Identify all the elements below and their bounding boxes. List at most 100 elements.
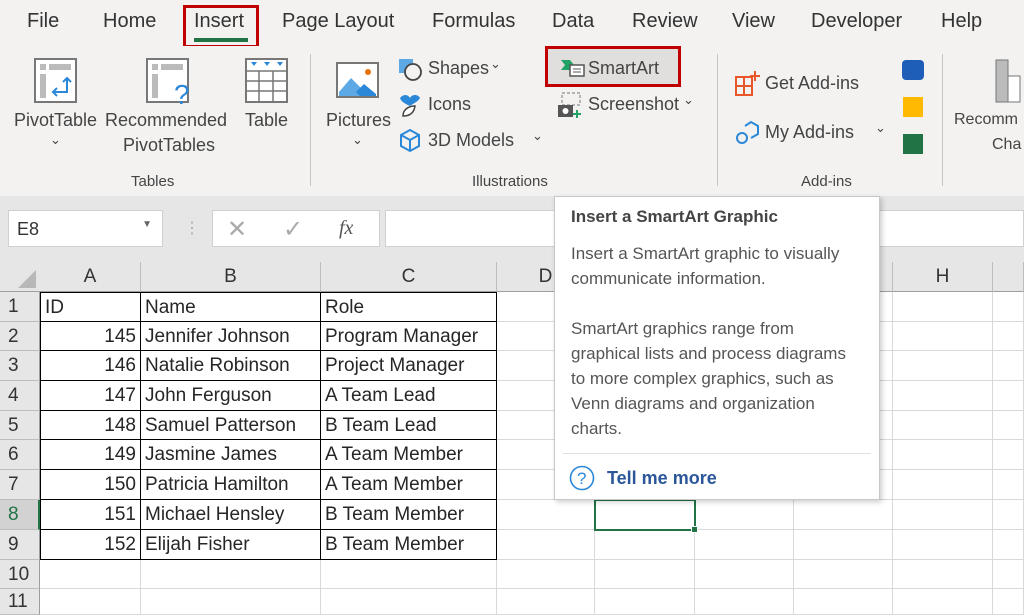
cell-A10[interactable]	[40, 560, 141, 589]
cell-D8[interactable]	[497, 500, 595, 530]
cell-C2[interactable]: Program Manager	[321, 322, 497, 351]
cell-H8[interactable]	[893, 500, 993, 530]
row-header-4[interactable]: 4	[0, 381, 40, 411]
row-header-10[interactable]: 10	[0, 560, 40, 589]
cell-B9[interactable]: Elijah Fisher	[141, 530, 321, 560]
cell-H5[interactable]	[893, 411, 993, 440]
cell-B1[interactable]: Name	[141, 292, 321, 322]
cell-extra[interactable]	[993, 322, 1024, 351]
cell-extra[interactable]	[993, 530, 1024, 560]
bing-maps-icon[interactable]	[903, 97, 923, 117]
column-header-h[interactable]: H	[893, 262, 993, 292]
cell-A8[interactable]: 151	[40, 500, 141, 530]
grip-icon[interactable]: ⋮	[184, 218, 200, 238]
cell-A6[interactable]: 149	[40, 440, 141, 470]
cell-G11[interactable]	[794, 589, 893, 615]
cell-E10[interactable]	[595, 560, 695, 589]
row-header-8[interactable]: 8	[0, 500, 40, 530]
cell-extra[interactable]	[993, 292, 1024, 322]
tab-formulas[interactable]: Formulas	[432, 10, 515, 33]
cell-B5[interactable]: Samuel Patterson	[141, 411, 321, 440]
cell-B6[interactable]: Jasmine James	[141, 440, 321, 470]
cell-extra[interactable]	[993, 351, 1024, 381]
tab-page-layout[interactable]: Page Layout	[282, 10, 394, 33]
cancel-icon[interactable]: ✕	[227, 215, 247, 244]
cell-H11[interactable]	[893, 589, 993, 615]
cell-extra[interactable]	[993, 381, 1024, 411]
column-header-c[interactable]: C	[321, 262, 497, 292]
visio-icon[interactable]	[902, 60, 924, 80]
cell-B7[interactable]: Patricia Hamilton	[141, 470, 321, 500]
row-header-1[interactable]: 1	[0, 292, 40, 322]
cell-C3[interactable]: Project Manager	[321, 351, 497, 381]
cell-C9[interactable]: B Team Member	[321, 530, 497, 560]
cell-extra[interactable]	[993, 500, 1024, 530]
cell-G10[interactable]	[794, 560, 893, 589]
cell-H3[interactable]	[893, 351, 993, 381]
enter-check-icon[interactable]: ✓	[283, 215, 303, 244]
cell-B2[interactable]: Jennifer Johnson	[141, 322, 321, 351]
cell-C10[interactable]	[321, 560, 497, 589]
cell-extra[interactable]	[993, 470, 1024, 500]
cell-H2[interactable]	[893, 322, 993, 351]
cell-B4[interactable]: John Ferguson	[141, 381, 321, 411]
cell-D9[interactable]	[497, 530, 595, 560]
cell-H1[interactable]	[893, 292, 993, 322]
row-header-11[interactable]: 11	[0, 589, 40, 615]
cell-E9[interactable]	[595, 530, 695, 560]
cell-B10[interactable]	[141, 560, 321, 589]
cell-C8[interactable]: B Team Member	[321, 500, 497, 530]
cell-F9[interactable]	[695, 530, 794, 560]
cell-extra[interactable]	[993, 589, 1024, 615]
people-graph-icon[interactable]	[903, 134, 923, 154]
column-header-b[interactable]: B	[141, 262, 321, 292]
cell-C11[interactable]	[321, 589, 497, 615]
tab-developer[interactable]: Developer	[811, 10, 902, 33]
cell-F10[interactable]	[695, 560, 794, 589]
tab-review[interactable]: Review	[632, 10, 698, 33]
select-all-button[interactable]	[0, 262, 41, 292]
cell-A5[interactable]: 148	[40, 411, 141, 440]
cell-C1[interactable]: Role	[321, 292, 497, 322]
cell-E11[interactable]	[595, 589, 695, 615]
smartart-button[interactable]: SmartArt	[545, 46, 681, 87]
cell-C6[interactable]: A Team Member	[321, 440, 497, 470]
cell-A3[interactable]: 146	[40, 351, 141, 381]
tab-help[interactable]: Help	[941, 10, 982, 33]
cell-H10[interactable]	[893, 560, 993, 589]
cell-A7[interactable]: 150	[40, 470, 141, 500]
row-header-2[interactable]: 2	[0, 322, 40, 351]
cell-extra[interactable]	[993, 560, 1024, 589]
cell-C5[interactable]: B Team Lead	[321, 411, 497, 440]
fill-handle[interactable]	[691, 526, 698, 533]
cell-B8[interactable]: Michael Hensley	[141, 500, 321, 530]
column-header-a[interactable]: A	[40, 262, 141, 292]
cell-extra[interactable]	[993, 440, 1024, 470]
selected-cell-E8[interactable]	[594, 499, 698, 533]
cell-A9[interactable]: 152	[40, 530, 141, 560]
cell-extra[interactable]	[993, 411, 1024, 440]
tab-file[interactable]: File	[27, 10, 59, 33]
insert-function-icon[interactable]: fx	[339, 217, 353, 240]
cell-H9[interactable]	[893, 530, 993, 560]
cell-G8[interactable]	[794, 500, 893, 530]
name-box[interactable]: E8 ▼	[8, 210, 163, 247]
row-header-6[interactable]: 6	[0, 440, 40, 470]
tab-home[interactable]: Home	[103, 10, 156, 33]
row-header-3[interactable]: 3	[0, 351, 40, 381]
row-header-5[interactable]: 5	[0, 411, 40, 440]
cell-B11[interactable]	[141, 589, 321, 615]
cell-F11[interactable]	[695, 589, 794, 615]
cell-D11[interactable]	[497, 589, 595, 615]
row-header-9[interactable]: 9	[0, 530, 40, 560]
dropdown-arrow-icon[interactable]: ▼	[142, 219, 152, 230]
cell-C7[interactable]: A Team Member	[321, 470, 497, 500]
cell-B3[interactable]: Natalie Robinson	[141, 351, 321, 381]
cell-G9[interactable]	[794, 530, 893, 560]
cell-A2[interactable]: 145	[40, 322, 141, 351]
cell-H7[interactable]	[893, 470, 993, 500]
cell-H6[interactable]	[893, 440, 993, 470]
tab-data[interactable]: Data	[552, 10, 594, 33]
cell-H4[interactable]	[893, 381, 993, 411]
cell-F8[interactable]	[695, 500, 794, 530]
